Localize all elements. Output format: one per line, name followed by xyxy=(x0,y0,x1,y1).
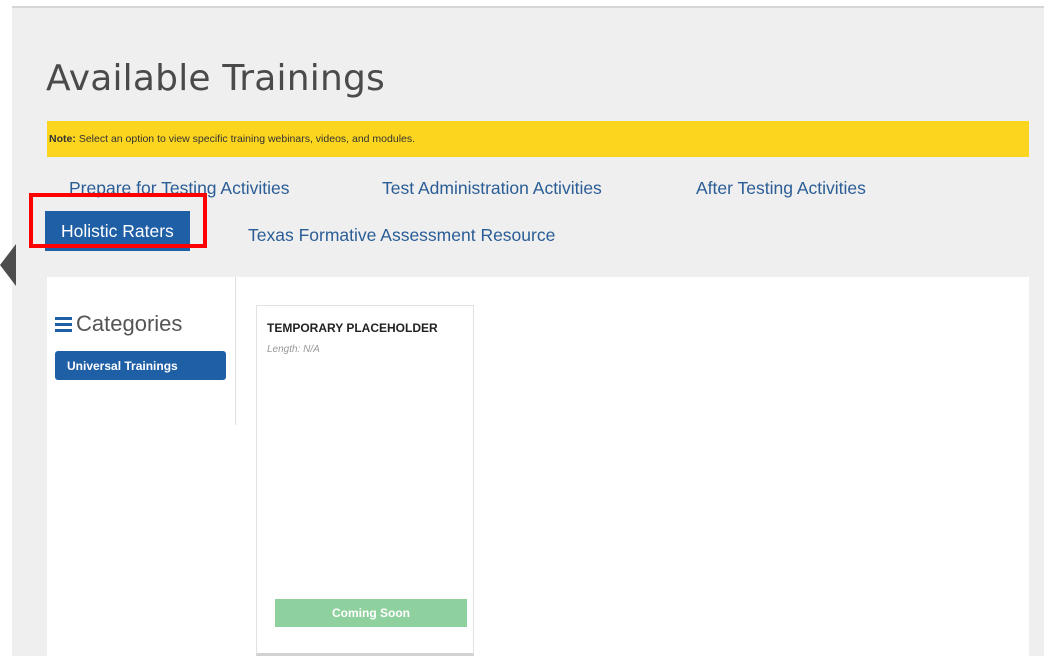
page-title: Available Trainings xyxy=(46,58,385,99)
training-card: TEMPORARY PLACEHOLDER Length: N/A Coming… xyxy=(256,305,474,656)
menu-icon xyxy=(55,314,72,335)
tab-test-administration[interactable]: Test Administration Activities xyxy=(382,178,602,199)
tab-after-testing[interactable]: After Testing Activities xyxy=(696,178,866,199)
category-universal-trainings[interactable]: Universal Trainings xyxy=(55,351,226,380)
card-title: TEMPORARY PLACEHOLDER xyxy=(267,321,438,335)
note-label: Note: xyxy=(49,133,76,145)
categories-sidebar: Categories Universal Trainings xyxy=(47,277,236,425)
note-text: Select an option to view specific traini… xyxy=(78,133,416,145)
pointer-arrow-icon xyxy=(0,244,16,286)
note-banner: Note: Select an option to view specific … xyxy=(47,121,1029,157)
tab-prepare-for-testing[interactable]: Prepare for Testing Activities xyxy=(69,178,289,199)
tab-texas-formative-assessment[interactable]: Texas Formative Assessment Resource xyxy=(248,225,555,246)
page-container: Available Trainings Note: Select an opti… xyxy=(12,6,1044,656)
content-panel: Categories Universal Trainings TEMPORARY… xyxy=(47,277,1029,656)
card-length: Length: N/A xyxy=(267,344,320,355)
categories-heading: Categories xyxy=(55,311,182,337)
coming-soon-button[interactable]: Coming Soon xyxy=(275,599,467,627)
categories-title: Categories xyxy=(76,311,183,336)
tab-holistic-raters[interactable]: Holistic Raters xyxy=(45,211,190,251)
